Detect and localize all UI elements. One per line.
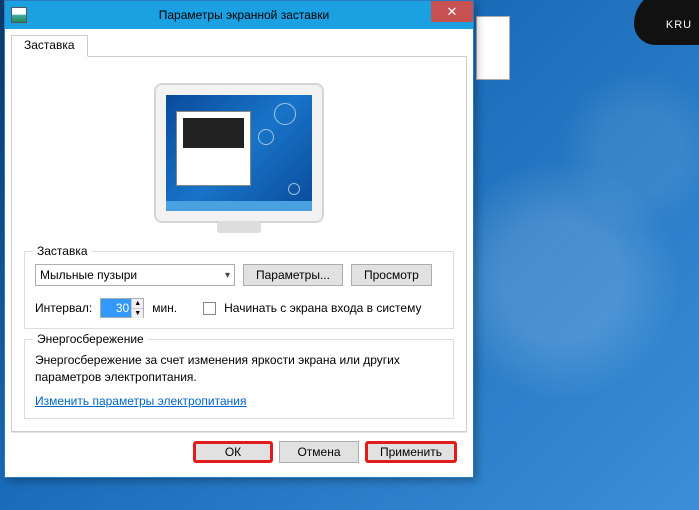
chevron-down-icon: ▾ — [225, 270, 230, 281]
interval-input[interactable] — [101, 299, 131, 317]
power-settings-link[interactable]: Изменить параметры электропитания — [35, 394, 246, 408]
close-icon: ✕ — [447, 4, 458, 20]
preview-window — [176, 111, 251, 186]
preview-button[interactable]: Просмотр — [351, 264, 432, 286]
dialog-client: Заставка Заставка — [5, 29, 473, 477]
window-title: Параметры экранной заставки — [15, 8, 473, 22]
settings-button[interactable]: Параметры... — [243, 264, 343, 286]
dialog-buttons: ОК Отмена Применить — [11, 432, 467, 471]
interval-label: Интервал: — [35, 301, 92, 315]
cancel-button[interactable]: Отмена — [279, 441, 359, 463]
screensaver-dialog: Параметры экранной заставки ✕ Заставка — [4, 0, 474, 478]
background-device: KRU — [634, 0, 699, 45]
tabstrip: Заставка — [11, 35, 467, 57]
interval-unit: мин. — [152, 301, 177, 315]
spinner-up-icon[interactable]: ▲ — [132, 299, 143, 309]
titlebar: Параметры экранной заставки ✕ — [5, 1, 473, 29]
screensaver-group-label: Заставка — [33, 244, 92, 258]
interval-spinner[interactable]: ▲ ▼ — [100, 298, 144, 318]
background-panel — [476, 16, 510, 80]
login-checkbox[interactable] — [203, 302, 216, 315]
close-button[interactable]: ✕ — [431, 1, 473, 22]
power-group-label: Энергосбережение — [33, 332, 148, 346]
tab-screensaver[interactable]: Заставка — [11, 35, 88, 57]
ok-button[interactable]: ОК — [193, 441, 273, 463]
power-description: Энергосбережение за счет изменения яркос… — [35, 352, 443, 386]
screensaver-group: Заставка Мыльные пузыри ▾ Параметры... П… — [24, 251, 454, 329]
login-checkbox-label: Начинать с экрана входа в систему — [224, 301, 421, 315]
monitor-frame — [154, 83, 324, 223]
preview-screen — [166, 95, 312, 211]
tab-page: Заставка Мыльные пузыри ▾ Параметры... П… — [11, 57, 467, 432]
spinner-down-icon[interactable]: ▼ — [132, 309, 143, 318]
apply-button[interactable]: Применить — [365, 441, 457, 463]
power-group: Энергосбережение Энергосбережение за сче… — [24, 339, 454, 419]
preview-area — [24, 69, 454, 241]
screensaver-select[interactable]: Мыльные пузыри ▾ — [35, 264, 235, 286]
screensaver-select-value: Мыльные пузыри — [40, 268, 137, 282]
